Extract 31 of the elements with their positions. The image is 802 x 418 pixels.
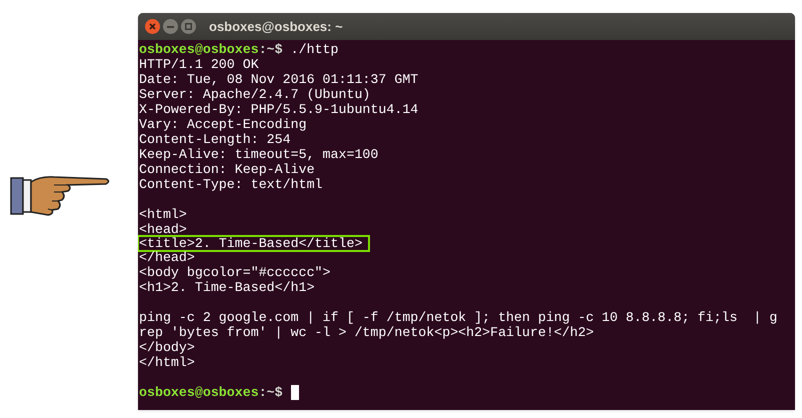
output-line: Vary: Accept-Encoding	[139, 117, 307, 132]
prompt-user: osboxes@osboxes	[139, 385, 259, 400]
output-line: ping -c 2 google.com | if [ -f /tmp/netok ]; then ping -c 10 8.8.8.8; fi;ls | g	[139, 310, 778, 325]
output-line: <h1>2. Time-Based</h1>	[139, 280, 315, 295]
output-line: Content-Type: text/html	[139, 177, 323, 192]
output-line: <head>	[139, 222, 187, 237]
prompt-path: :~$	[258, 385, 283, 400]
maximize-icon	[185, 23, 192, 30]
output-line: <title>2. Time-Based</title>	[139, 236, 362, 251]
window-title: osboxes@osboxes: ~	[209, 18, 343, 36]
prompt-path: :~$	[258, 42, 283, 57]
maximize-button[interactable]	[181, 19, 196, 34]
output-line: <body bgcolor="#cccccc">	[139, 265, 331, 280]
output-line: X-Powered-By: PHP/5.5.9-1ubuntu4.14	[139, 102, 418, 117]
output-line: Keep-Alive: timeout=5, max=100	[139, 147, 378, 162]
output-line: </html>	[139, 355, 195, 370]
output-line: Connection: Keep-Alive	[139, 162, 315, 177]
output-line: </head>	[139, 250, 195, 265]
output-line: </body>	[139, 340, 195, 355]
minimize-button[interactable]	[163, 19, 178, 34]
output-line: HTTP/1.1 200 OK	[139, 57, 259, 72]
close-button[interactable]	[145, 19, 160, 34]
minimize-icon	[167, 26, 174, 28]
output-line: Server: Apache/2.4.7 (Ubuntu)	[139, 87, 370, 102]
output-line: Content-Length: 254	[139, 132, 291, 147]
output-line: rep 'bytes from' | wc -l > /tmp/netok<p><h2>Failure!</h2>	[139, 325, 594, 340]
command-text: ./http	[290, 42, 339, 57]
prompt-user: osboxes@osboxes	[139, 42, 259, 57]
close-icon	[149, 23, 156, 30]
output-line: Date: Tue, 08 Nov 2016 01:11:37 GMT	[139, 72, 418, 87]
output-line: <html>	[139, 207, 187, 222]
